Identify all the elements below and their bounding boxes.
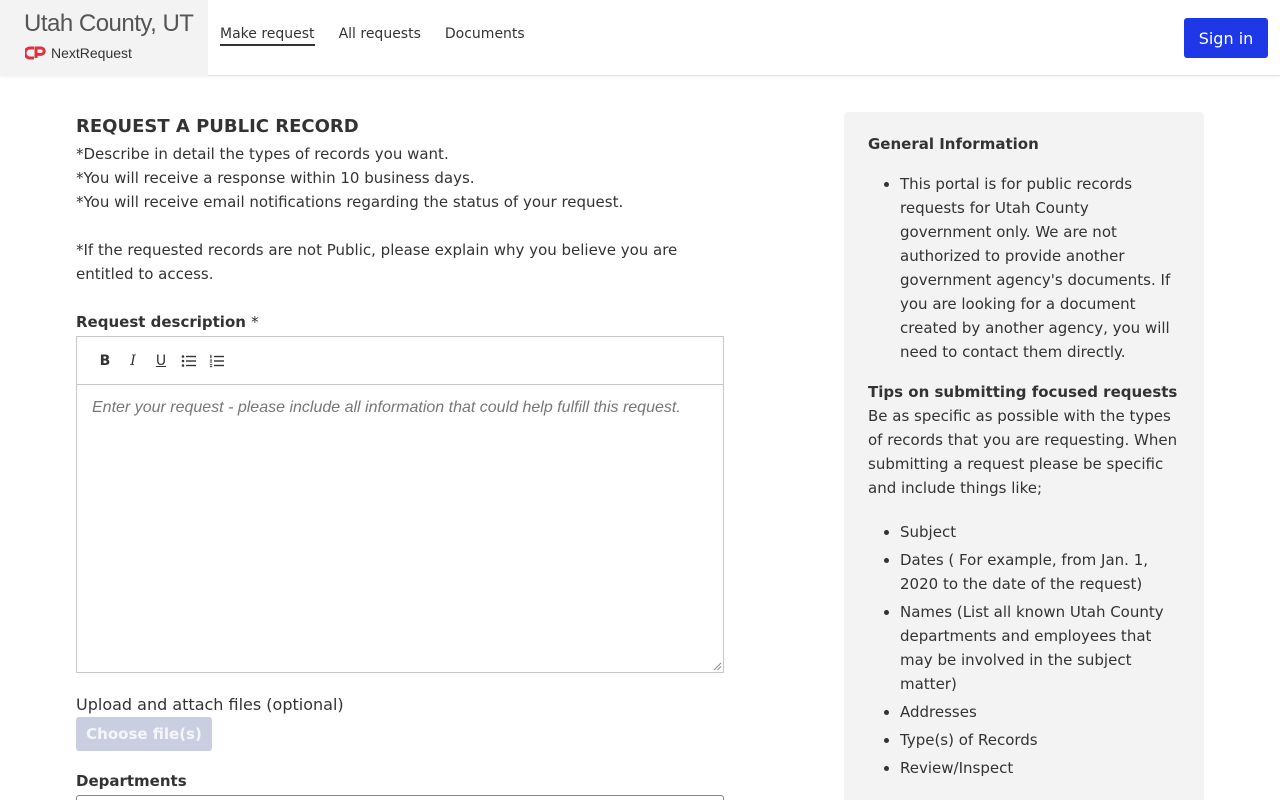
info-sidebar: General Information This portal is for p… [844, 112, 1204, 800]
list-item: This portal is for public records reques… [900, 172, 1180, 364]
list-item: Review/Inspect [900, 756, 1180, 780]
numbered-list-button[interactable] [203, 349, 231, 373]
request-description-placeholder: Enter your request - please include all … [92, 399, 681, 416]
departments-label: Departments [76, 772, 187, 790]
underline-button[interactable]: U [147, 349, 175, 373]
nav-all-requests[interactable]: All requests [339, 26, 421, 46]
list-item: Dates ( For example, from Jan. 1, 2020 t… [900, 548, 1180, 596]
intro-line: *Describe in detail the types of records… [76, 145, 449, 163]
tips-text: Be as specific as possible with the type… [868, 407, 1178, 497]
list-item: Names (List all known Utah County depart… [900, 600, 1180, 696]
numbered-list-icon [209, 354, 224, 367]
request-description-label: Request description * [76, 313, 259, 331]
choose-files-button[interactable]: Choose file(s) [76, 717, 212, 751]
general-info-list: This portal is for public records reques… [868, 172, 1180, 364]
nextrequest-logo-icon [25, 46, 46, 60]
required-marker: * [251, 313, 259, 331]
italic-button[interactable]: I [119, 349, 147, 373]
agency-name: Utah County, UT [24, 10, 194, 37]
nav-documents[interactable]: Documents [445, 26, 525, 46]
nav-make-request[interactable]: Make request [220, 26, 315, 46]
list-item: Type(s) of Records [900, 728, 1180, 752]
bullet-list-icon [181, 354, 196, 367]
intro-text: *Describe in detail the types of records… [76, 142, 724, 286]
intro-line: *You will receive email notifications re… [76, 193, 624, 211]
sign-in-button[interactable]: Sign in [1184, 18, 1268, 58]
request-form: REQUEST A PUBLIC RECORD *Describe in det… [76, 114, 724, 800]
brand-block[interactable]: Utah County, UT NextRequest [0, 0, 208, 76]
request-description-input[interactable]: Enter your request - please include all … [77, 385, 723, 672]
request-description-editor: B I U Enter your request - please includ… [76, 336, 724, 673]
logo-text: NextRequest [51, 45, 132, 61]
bullet-list-button[interactable] [175, 349, 203, 373]
page-title: REQUEST A PUBLIC RECORD [76, 116, 359, 137]
intro-note: *If the requested records are not Public… [76, 241, 678, 283]
upload-label: Upload and attach files (optional) [76, 695, 344, 714]
list-item: Subject [900, 520, 1180, 544]
departments-select[interactable] [76, 795, 724, 800]
bold-button[interactable]: B [91, 349, 119, 373]
main-nav: Make request All requests Documents [220, 26, 549, 46]
editor-toolbar: B I U [77, 337, 723, 385]
tips-title: Tips on submitting focused requests [868, 383, 1178, 401]
resize-grip-icon[interactable] [712, 661, 722, 671]
intro-line: *You will receive a response within 10 b… [76, 169, 475, 187]
list-item: Addresses [900, 700, 1180, 724]
nextrequest-logo: NextRequest [25, 45, 132, 61]
tips-list: Subject Dates ( For example, from Jan. 1… [868, 520, 1180, 780]
top-header: Utah County, UT NextRequest Make request… [0, 0, 1280, 76]
general-info-title: General Information [868, 135, 1039, 153]
